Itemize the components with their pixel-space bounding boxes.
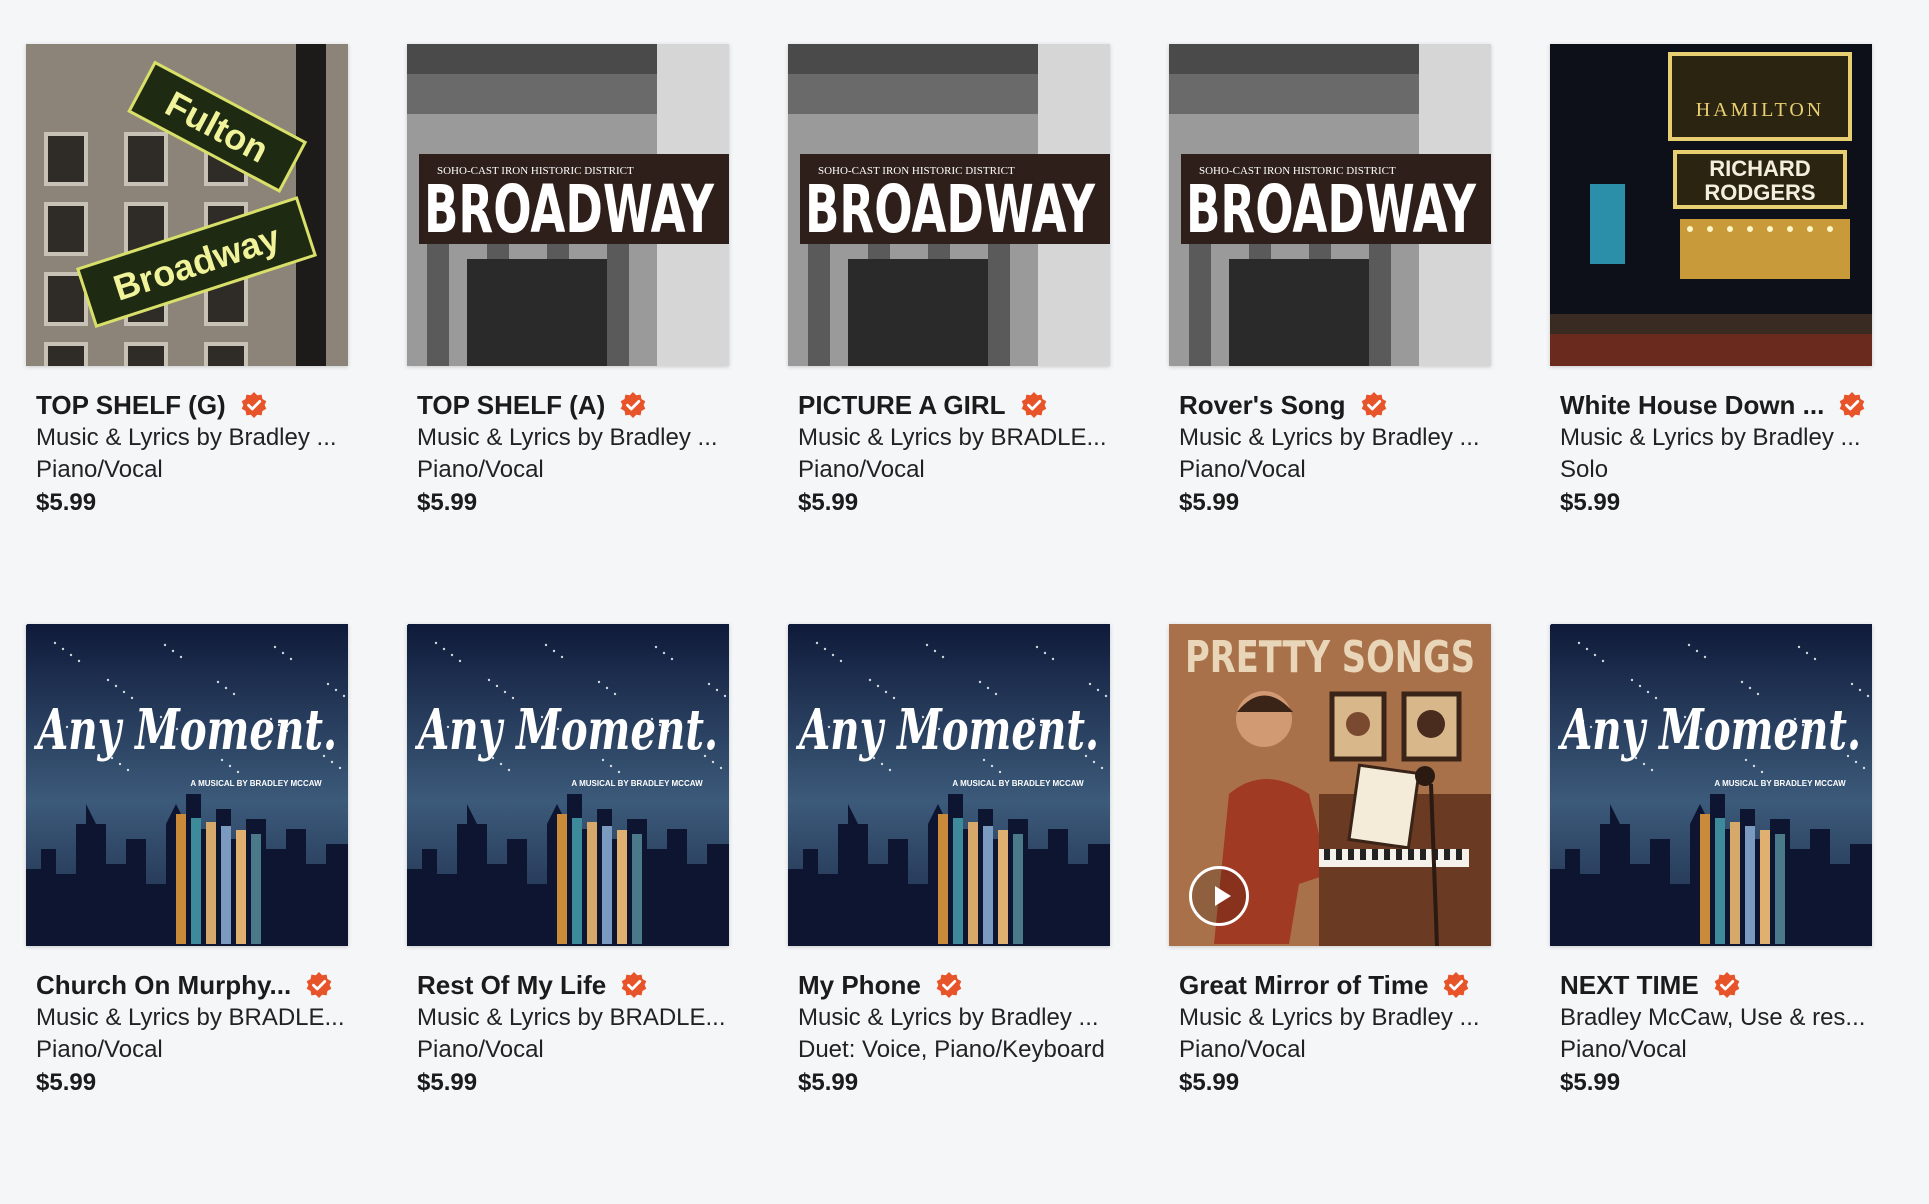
product-card[interactable]: SOHO-CAST IRON HISTORIC DISTRICT BROADWA… — [1169, 44, 1491, 624]
product-price: $5.99 — [36, 489, 97, 516]
product-arrangement: Piano/Vocal — [417, 1036, 544, 1063]
product-card[interactable]: Any Moment. A MUSICAL BY BRADLEY MCCAW C… — [26, 624, 348, 1204]
product-title[interactable]: Great Mirror of Time — [1179, 969, 1428, 1001]
svg-text:PRETTY SONGS: PRETTY SONGS — [1185, 632, 1475, 683]
verified-badge-icon — [1360, 391, 1388, 419]
svg-text:Any Moment.: Any Moment. — [1557, 697, 1861, 763]
title-row: Great Mirror of Time — [1169, 968, 1491, 1002]
product-thumbnail[interactable]: SOHO-CAST IRON HISTORIC DISTRICT BROADWA… — [407, 44, 729, 366]
product-card[interactable]: Any Moment. A MUSICAL BY BRADLEY MCCAW M… — [788, 624, 1110, 1204]
product-arrangement: Piano/Vocal — [798, 456, 925, 483]
product-title[interactable]: Rest Of My Life — [417, 969, 606, 1001]
svg-text:RODGERS: RODGERS — [1704, 180, 1815, 205]
title-row: White House Down ... — [1550, 388, 1872, 422]
svg-text:RICHARD: RICHARD — [1709, 156, 1810, 181]
product-thumbnail[interactable]: SOHO-CAST IRON HISTORIC DISTRICT BROADWA… — [788, 44, 1110, 366]
verified-badge-icon — [935, 971, 963, 999]
product-credit: Music & Lyrics by BRADLE... — [417, 1004, 726, 1031]
product-credit: Music & Lyrics by Bradley ... — [1179, 1004, 1480, 1031]
product-price: $5.99 — [1179, 1069, 1240, 1096]
product-card[interactable]: Fulton Broadway TOP SHELF (G) Music & Ly… — [26, 44, 348, 624]
product-thumbnail[interactable]: Any Moment. A MUSICAL BY BRADLEY MCCAW — [1550, 624, 1872, 946]
product-price: $5.99 — [417, 489, 478, 516]
svg-text:BROADWAY: BROADWAY — [805, 171, 1096, 248]
product-title[interactable]: Rover's Song — [1179, 389, 1346, 421]
product-arrangement: Piano/Vocal — [1560, 1036, 1687, 1063]
product-card[interactable]: SOHO-CAST IRON HISTORIC DISTRICT BROADWA… — [407, 44, 729, 624]
svg-text:A MUSICAL BY BRADLEY MCCAW: A MUSICAL BY BRADLEY MCCAW — [1714, 779, 1846, 788]
product-price: $5.99 — [1179, 489, 1240, 516]
svg-text:A MUSICAL BY BRADLEY MCCAW: A MUSICAL BY BRADLEY MCCAW — [190, 779, 322, 788]
product-title[interactable]: NEXT TIME — [1560, 969, 1699, 1001]
verified-badge-icon — [305, 971, 333, 999]
product-price: $5.99 — [798, 489, 859, 516]
svg-text:A MUSICAL BY BRADLEY MCCAW: A MUSICAL BY BRADLEY MCCAW — [571, 779, 703, 788]
product-thumbnail[interactable]: Any Moment. A MUSICAL BY BRADLEY MCCAW — [788, 624, 1110, 946]
product-grid: Fulton Broadway TOP SHELF (G) Music & Ly… — [26, 44, 1872, 1204]
product-title[interactable]: PICTURE A GIRL — [798, 389, 1006, 421]
product-thumbnail[interactable]: Any Moment. A MUSICAL BY BRADLEY MCCAW — [407, 624, 729, 946]
verified-badge-icon — [1442, 971, 1470, 999]
svg-text:BROADWAY: BROADWAY — [1186, 171, 1477, 248]
product-credit: Music & Lyrics by BRADLE... — [798, 424, 1107, 451]
product-price: $5.99 — [1560, 489, 1621, 516]
product-card[interactable]: Any Moment. A MUSICAL BY BRADLEY MCCAW N… — [1550, 624, 1872, 1204]
product-thumbnail[interactable]: HAMILTON RICHARD RODGERS — [1550, 44, 1872, 366]
product-thumbnail[interactable]: Any Moment. A MUSICAL BY BRADLEY MCCAW — [26, 624, 348, 946]
product-credit: Music & Lyrics by Bradley ... — [36, 424, 337, 451]
product-arrangement: Piano/Vocal — [1179, 456, 1306, 483]
product-arrangement: Piano/Vocal — [36, 1036, 163, 1063]
product-card[interactable]: PRETTY SONGS Great Mirror of Time Music … — [1169, 624, 1491, 1204]
product-arrangement: Duet: Voice, Piano/Keyboard — [798, 1036, 1105, 1063]
product-arrangement: Piano/Vocal — [417, 456, 544, 483]
product-price: $5.99 — [1560, 1069, 1621, 1096]
svg-text:A MUSICAL BY BRADLEY MCCAW: A MUSICAL BY BRADLEY MCCAW — [952, 779, 1084, 788]
product-title[interactable]: My Phone — [798, 969, 921, 1001]
svg-text:Any Moment.: Any Moment. — [795, 697, 1099, 763]
product-credit: Music & Lyrics by BRADLE... — [36, 1004, 345, 1031]
svg-text:BROADWAY: BROADWAY — [424, 171, 715, 248]
verified-badge-icon — [1713, 971, 1741, 999]
title-row: TOP SHELF (A) — [407, 388, 729, 422]
product-credit: Music & Lyrics by Bradley ... — [798, 1004, 1099, 1031]
verified-badge-icon — [620, 971, 648, 999]
product-title[interactable]: Church On Murphy... — [36, 969, 291, 1001]
verified-badge-icon — [1838, 391, 1866, 419]
product-price: $5.99 — [36, 1069, 97, 1096]
product-arrangement: Solo — [1560, 456, 1609, 483]
product-thumbnail[interactable]: SOHO-CAST IRON HISTORIC DISTRICT BROADWA… — [1169, 44, 1491, 366]
svg-text:Any Moment.: Any Moment. — [33, 697, 337, 763]
title-row: Rover's Song — [1169, 388, 1491, 422]
title-row: My Phone — [788, 968, 1110, 1002]
product-price: $5.99 — [798, 1069, 859, 1096]
product-arrangement: Piano/Vocal — [36, 456, 163, 483]
product-thumbnail[interactable]: Fulton Broadway — [26, 44, 348, 366]
verified-badge-icon — [619, 391, 647, 419]
product-thumbnail[interactable]: PRETTY SONGS — [1169, 624, 1491, 946]
product-title[interactable]: White House Down ... — [1560, 389, 1824, 421]
product-title[interactable]: TOP SHELF (G) — [36, 389, 226, 421]
title-row: PICTURE A GIRL — [788, 388, 1110, 422]
product-card[interactable]: SOHO-CAST IRON HISTORIC DISTRICT BROADWA… — [788, 44, 1110, 624]
product-credit: Music & Lyrics by Bradley ... — [1179, 424, 1480, 451]
svg-text:HAMILTON: HAMILTON — [1696, 99, 1824, 121]
product-card[interactable]: HAMILTON RICHARD RODGERS White House Dow… — [1550, 44, 1872, 624]
product-card[interactable]: Any Moment. A MUSICAL BY BRADLEY MCCAW R… — [407, 624, 729, 1204]
verified-badge-icon — [1020, 391, 1048, 419]
product-credit: Music & Lyrics by Bradley ... — [1560, 424, 1861, 451]
product-credit: Bradley McCaw, Use & res... — [1560, 1004, 1866, 1031]
verified-badge-icon — [240, 391, 268, 419]
title-row: Church On Murphy... — [26, 968, 348, 1002]
product-price: $5.99 — [417, 1069, 478, 1096]
product-credit: Music & Lyrics by Bradley ... — [417, 424, 718, 451]
svg-text:Any Moment.: Any Moment. — [414, 697, 718, 763]
title-row: TOP SHELF (G) — [26, 388, 348, 422]
product-arrangement: Piano/Vocal — [1179, 1036, 1306, 1063]
play-preview-button[interactable] — [1189, 866, 1249, 926]
product-title[interactable]: TOP SHELF (A) — [417, 389, 605, 421]
title-row: NEXT TIME — [1550, 968, 1872, 1002]
title-row: Rest Of My Life — [407, 968, 729, 1002]
